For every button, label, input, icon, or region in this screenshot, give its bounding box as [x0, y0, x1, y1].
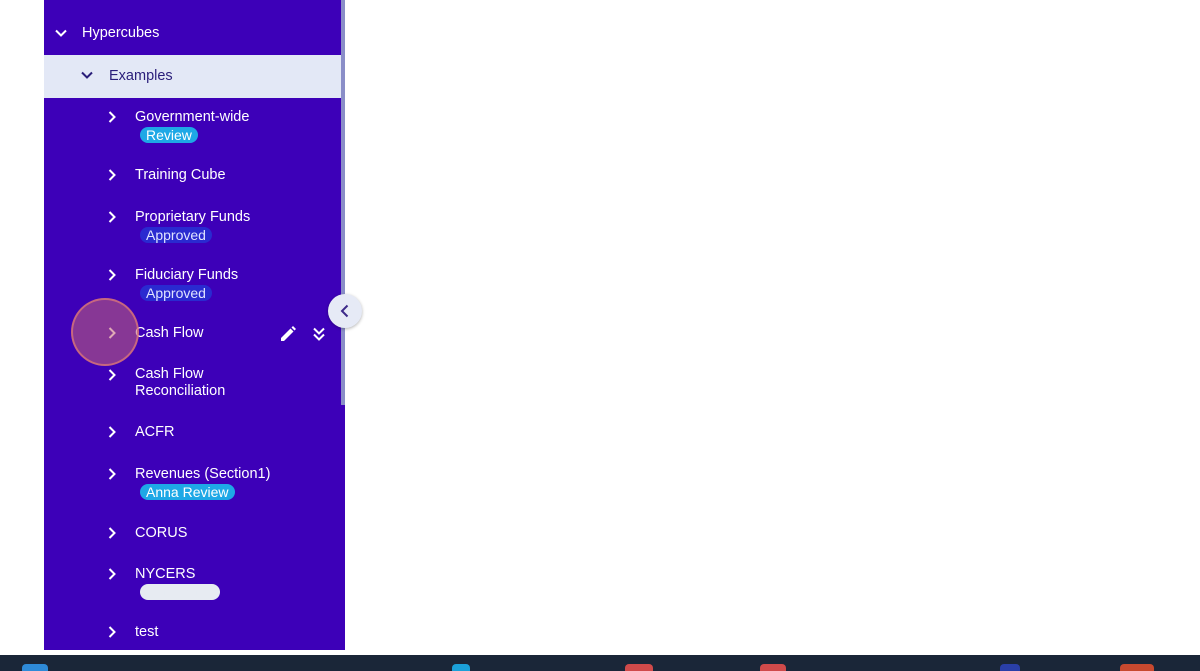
tree-item-label: Cash Flow — [135, 325, 204, 341]
taskbar-app-icon[interactable] — [1000, 664, 1020, 671]
sidebar-collapse-button[interactable] — [328, 294, 362, 328]
chevron-right-icon[interactable] — [104, 566, 120, 582]
chevron-right-icon[interactable] — [104, 525, 120, 541]
tree-item-label: test — [135, 624, 159, 640]
tree-item-acfr[interactable]: ACFR — [44, 423, 341, 445]
tree-node-label: Examples — [109, 68, 173, 84]
sidebar-scrollbar[interactable] — [341, 0, 345, 405]
tree-item-test[interactable]: test — [44, 623, 341, 645]
tree-node-label: Hypercubes — [82, 25, 160, 41]
tree-item-nycers[interactable]: NYCERS Not started — [44, 565, 341, 605]
taskbar-app-icon[interactable] — [760, 664, 786, 671]
tree-item-label: Fiduciary Funds — [135, 267, 239, 283]
chevron-right-icon[interactable] — [104, 209, 120, 225]
tree-node-examples[interactable]: Examples — [44, 55, 341, 98]
hypercube-tree-sidebar: Hypercubes Examples Government-wide Revi… — [44, 0, 345, 650]
chevron-right-icon[interactable] — [104, 267, 120, 283]
status-badge: Approved — [140, 227, 212, 243]
tree-item-label: Government-wide — [135, 109, 250, 125]
status-badge: Anna Review — [140, 484, 235, 500]
tree-item-revenues-section1[interactable]: Revenues (Section1) Anna Review — [44, 465, 341, 505]
tree-item-label-line1: Cash Flow — [135, 366, 204, 382]
tree-item-training-cube[interactable]: Training Cube — [44, 166, 341, 188]
tree-item-government-wide[interactable]: Government-wide Review — [44, 108, 341, 148]
tree-item-label: CORUS — [135, 525, 188, 541]
status-badge: Not started — [140, 584, 221, 600]
taskbar — [0, 655, 1200, 671]
tree-item-corus[interactable]: CORUS — [44, 524, 341, 546]
edit-icon[interactable] — [278, 324, 298, 344]
taskbar-app-icon[interactable] — [625, 664, 653, 671]
chevron-left-icon — [340, 304, 349, 318]
tree-item-label: Proprietary Funds — [135, 209, 251, 225]
tree-item-label: Training Cube — [135, 167, 226, 183]
taskbar-app-icon[interactable] — [452, 664, 470, 671]
tree-item-fiduciary-funds[interactable]: Fiduciary Funds Approved — [44, 266, 341, 306]
tree-item-label-line2: Reconciliation — [135, 383, 226, 399]
chevron-down-icon[interactable] — [79, 67, 95, 83]
tree-item-proprietary-funds[interactable]: Proprietary Funds Approved — [44, 208, 341, 248]
expand-all-icon[interactable] — [309, 324, 329, 344]
chevron-right-icon[interactable] — [104, 424, 120, 440]
status-badge: Approved — [140, 285, 212, 301]
chevron-right-icon[interactable] — [104, 466, 120, 482]
chevron-right-icon[interactable] — [104, 167, 120, 183]
chevron-right-icon[interactable] — [104, 367, 120, 383]
chevron-right-icon[interactable] — [104, 325, 120, 341]
chevron-down-icon[interactable] — [53, 25, 69, 41]
taskbar-app-icon[interactable] — [1120, 664, 1154, 671]
start-icon[interactable] — [22, 664, 48, 671]
status-badge: Review — [140, 127, 198, 143]
chevron-right-icon[interactable] — [104, 109, 120, 125]
tree-node-hypercubes[interactable]: Hypercubes — [44, 22, 341, 44]
tree-item-label: Revenues (Section1) — [135, 466, 271, 482]
tree-item-label: NYCERS — [135, 566, 196, 582]
tree-item-label: ACFR — [135, 424, 175, 440]
tree-item-cash-flow-reconciliation[interactable]: Cash Flow Reconciliation — [44, 366, 341, 402]
chevron-right-icon[interactable] — [104, 624, 120, 640]
